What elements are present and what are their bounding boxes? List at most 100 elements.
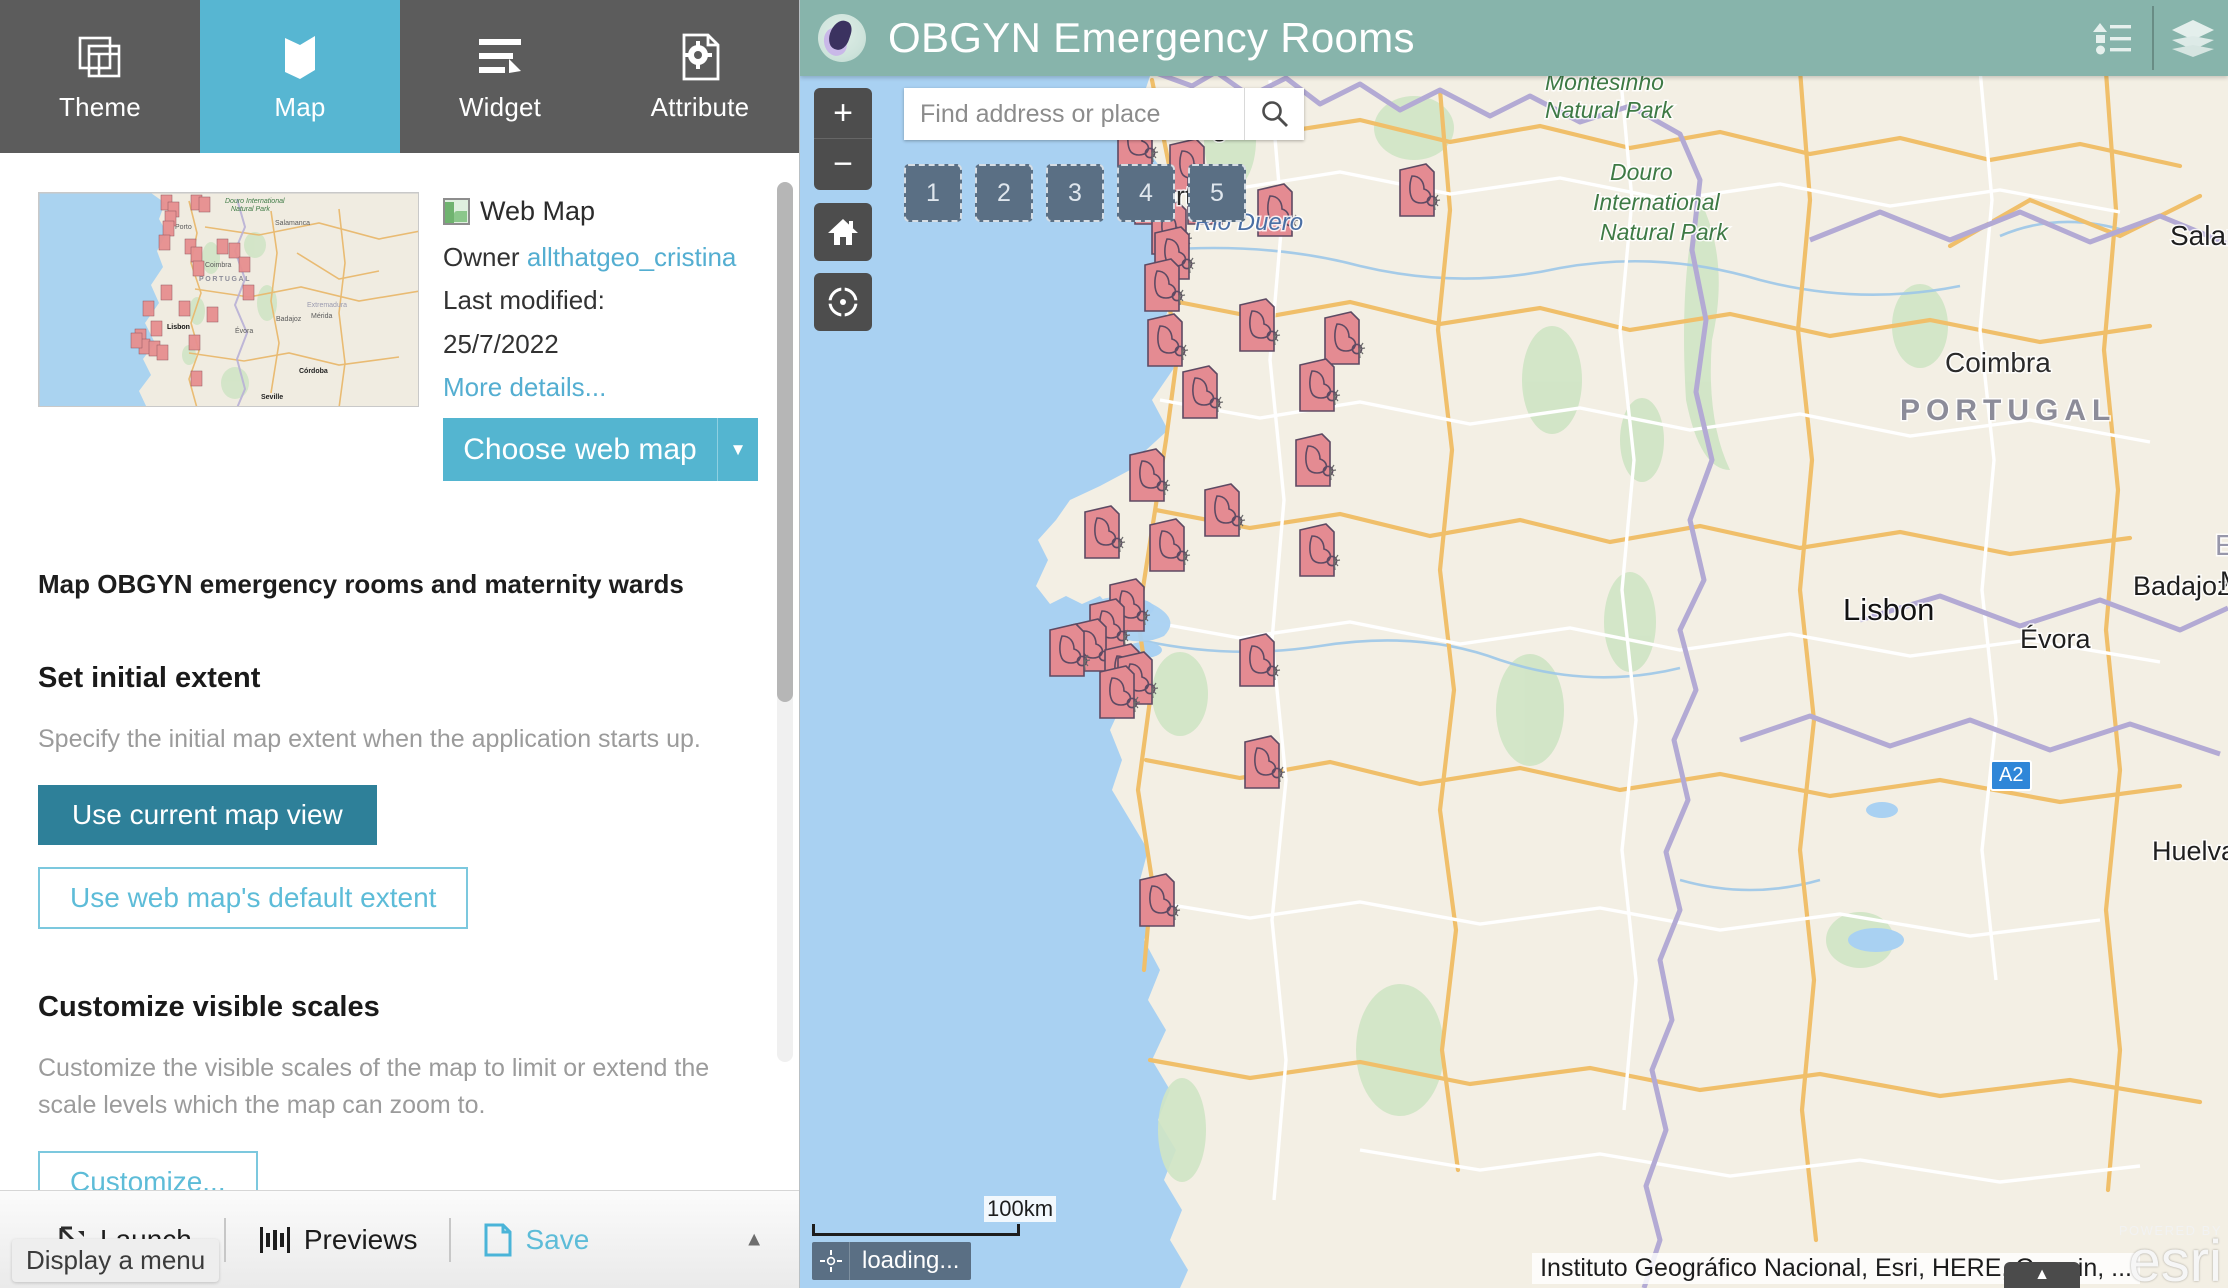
owner-label: Owner <box>443 242 520 272</box>
layers-button[interactable] <box>2158 0 2228 76</box>
app-header: OBGYN Emergency Rooms <box>800 0 2228 76</box>
header-tools <box>2078 0 2228 76</box>
layers-icon <box>2170 18 2216 58</box>
widget-placeholder-5[interactable]: 5 <box>1188 164 1246 222</box>
attribute-icon <box>678 30 722 84</box>
widget-placeholder-1[interactable]: 1 <box>904 164 962 222</box>
choose-web-map-group: Choose web map ▼ <box>443 418 758 482</box>
attribution-collapse-icon[interactable]: ▲ <box>2004 1262 2080 1288</box>
search-button[interactable] <box>1244 88 1304 140</box>
web-appbuilder-window: Theme Map Widget Attribute Porto Coimbra… <box>0 0 2228 1288</box>
app-logo-icon <box>818 14 866 62</box>
initial-extent-description: Specify the initial map extent when the … <box>38 725 701 754</box>
builder-tabstrip: Theme Map Widget Attribute <box>0 0 799 153</box>
tab-attribute[interactable]: Attribute <box>600 0 799 153</box>
display-a-menu-tooltip: Display a menu <box>12 1239 220 1282</box>
previews-icon <box>258 1224 292 1256</box>
webmap-type-label: Web Map <box>480 196 596 226</box>
scale-bar: 100km <box>812 1196 1057 1236</box>
webmap-owner-row: Owner allthatgeo_cristina <box>443 241 762 274</box>
section-initial-extent: Set initial extent Specify the initial m… <box>38 662 762 930</box>
last-modified-value: 25/7/2022 <box>443 328 559 359</box>
builder-panel: Theme Map Widget Attribute Porto Coimbra… <box>0 0 800 1288</box>
previews-button[interactable]: Previews <box>252 1224 424 1256</box>
zoom-control: + − <box>814 88 872 190</box>
use-current-map-view-button[interactable]: Use current map view <box>38 785 377 846</box>
svg-text:Salamanca: Salamanca <box>275 220 310 227</box>
webmap-thumbnail[interactable]: Porto Coimbra Salamanca Badajoz Mérida É… <box>38 192 419 407</box>
use-default-extent-button[interactable]: Use web map's default extent <box>38 867 469 930</box>
more-details-link[interactable]: More details... <box>443 371 762 404</box>
chevron-down-icon[interactable]: ▼ <box>718 418 758 481</box>
map-icon <box>277 30 323 84</box>
svg-text:Badajoz: Badajoz <box>276 316 302 323</box>
svg-text:PORTUGAL: PORTUGAL <box>199 276 251 283</box>
toolbar-collapse-caret-icon[interactable]: ▲ <box>744 1228 764 1251</box>
tab-widget[interactable]: Widget <box>400 0 600 153</box>
legend-button[interactable] <box>2078 0 2148 76</box>
map-settings-scroll[interactable]: Porto Coimbra Salamanca Badajoz Mérida É… <box>0 153 799 1190</box>
toolbar-divider-1 <box>223 1217 226 1262</box>
tab-widget-label: Widget <box>458 92 542 122</box>
previews-label: Previews <box>303 1223 418 1255</box>
save-label: Save <box>525 1223 590 1255</box>
locate-icon <box>825 284 861 320</box>
home-icon <box>826 216 860 248</box>
app-title: OBGYN Emergency Rooms <box>888 14 1415 61</box>
toolbar-divider-2 <box>449 1217 452 1262</box>
theme-icon <box>77 30 123 84</box>
initial-extent-title: Set initial extent <box>38 662 261 695</box>
widget-placeholder-2[interactable]: 2 <box>975 164 1033 222</box>
visible-scales-description: Customize the visible scales of the map … <box>38 1054 710 1119</box>
tab-theme[interactable]: Theme <box>0 0 200 153</box>
map-preview-area: BragaPortoMontesinhoNatural ParkDouroInt… <box>800 0 2228 1288</box>
choose-web-map-button[interactable]: Choose web map <box>443 418 718 482</box>
svg-text:Lisbon: Lisbon <box>167 324 190 331</box>
loading-indicator: loading... <box>812 1242 972 1280</box>
save-icon <box>483 1223 513 1257</box>
save-button[interactable]: Save <box>477 1223 595 1257</box>
panel-scrollbar[interactable] <box>777 182 793 1062</box>
svg-text:Douro International: Douro International <box>225 198 285 205</box>
widget-placeholder-4[interactable]: 4 <box>1117 164 1175 222</box>
last-modified-label: Last modified: <box>443 285 605 316</box>
customize-scales-button[interactable]: Customize... <box>38 1150 258 1190</box>
search-icon <box>1260 99 1290 129</box>
widget-placeholders: 12345 <box>904 164 1246 222</box>
home-button[interactable] <box>814 203 872 261</box>
search-input[interactable] <box>904 88 1244 140</box>
tab-map[interactable]: Map <box>200 0 400 153</box>
zoom-in-button[interactable]: + <box>814 88 872 139</box>
loading-spinner-icon <box>812 1242 850 1280</box>
visible-scales-title: Customize visible scales <box>38 991 380 1024</box>
svg-text:Porto: Porto <box>175 224 192 231</box>
webmap-type-row: Web Map <box>443 196 762 227</box>
header-divider <box>2152 6 2154 70</box>
scale-bar-label: 100km <box>984 1196 1057 1222</box>
svg-text:Mérida: Mérida <box>311 313 333 320</box>
panel-scrollbar-thumb[interactable] <box>777 182 793 702</box>
widget-icon <box>475 30 525 84</box>
webmap-meta: Web Map Owner allthatgeo_cristina Last m… <box>443 192 762 482</box>
section-visible-scales: Customize visible scales Customize the v… <box>38 991 762 1190</box>
tab-attribute-label: Attribute <box>650 92 750 122</box>
search-widget <box>904 88 1304 140</box>
widget-placeholder-3[interactable]: 3 <box>1046 164 1104 222</box>
loading-text: loading... <box>862 1247 960 1274</box>
legend-icon <box>2093 21 2133 55</box>
svg-text:Évora: Évora <box>235 326 253 335</box>
webmap-description: Map OBGYN emergency rooms and maternity … <box>38 569 684 600</box>
web-map-icon <box>443 198 470 225</box>
tab-theme-label: Theme <box>59 92 141 122</box>
webmap-summary: Porto Coimbra Salamanca Badajoz Mérida É… <box>38 153 762 482</box>
svg-text:Coimbra: Coimbra <box>205 262 232 269</box>
tab-map-label: Map <box>274 92 326 122</box>
svg-text:Extremadura: Extremadura <box>307 302 347 309</box>
owner-link[interactable]: allthatgeo_cristina <box>527 242 737 272</box>
svg-text:Natural Park: Natural Park <box>231 206 270 213</box>
svg-text:Seville: Seville <box>261 394 283 401</box>
zoom-out-button[interactable]: − <box>814 139 872 190</box>
scale-bar-line <box>812 1224 1020 1236</box>
locate-button[interactable] <box>814 273 872 331</box>
svg-text:Córdoba: Córdoba <box>299 368 328 375</box>
